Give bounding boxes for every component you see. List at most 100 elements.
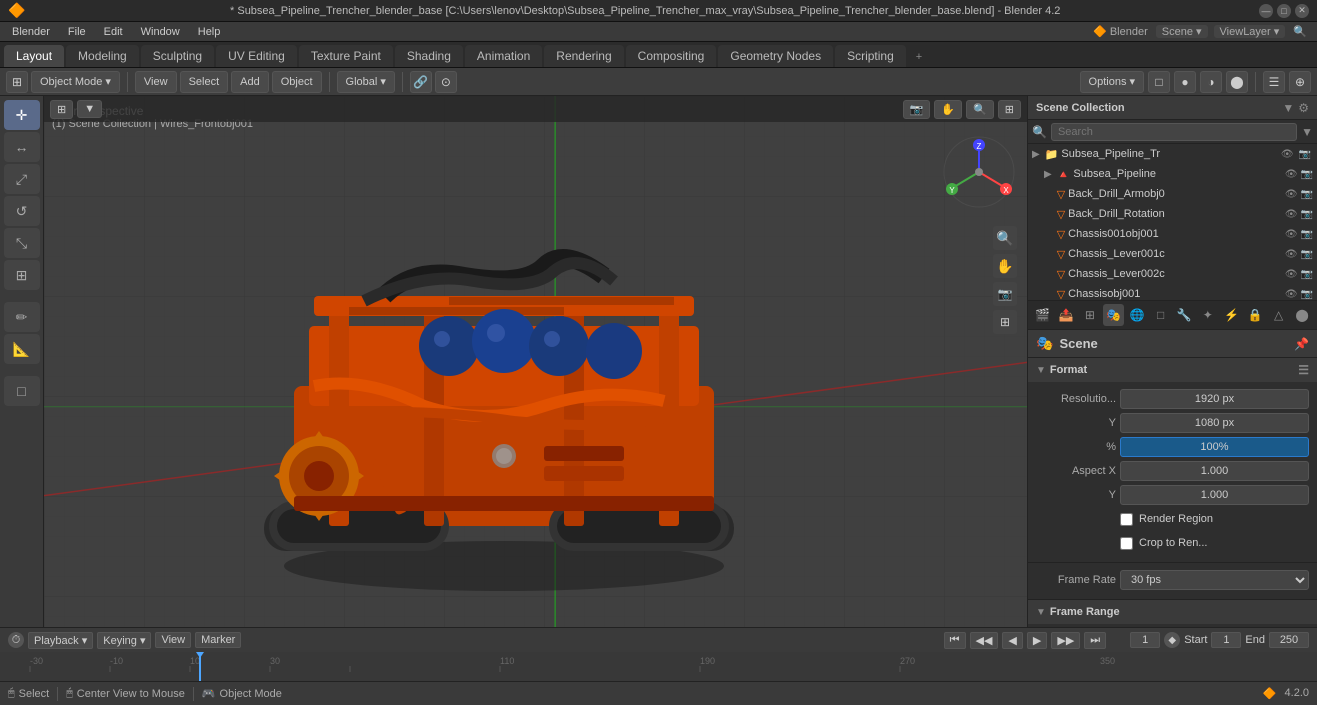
- snap-btn[interactable]: 🔗: [410, 71, 432, 93]
- outliner-search-input[interactable]: [1051, 123, 1297, 141]
- jump-end-btn[interactable]: ⏭: [1084, 632, 1106, 649]
- tab-modeling[interactable]: Modeling: [66, 45, 139, 67]
- menu-blender[interactable]: Blender: [4, 24, 58, 40]
- outliner-item-6[interactable]: ▶ ▽ Chassis_Lever002c 👁 📷: [1028, 264, 1317, 284]
- viewport-shading-wire[interactable]: □: [1148, 71, 1170, 93]
- play-back-btn[interactable]: ◀: [1002, 632, 1022, 649]
- rotate-tool-btn[interactable]: ↺: [4, 196, 40, 226]
- aspect-x-input[interactable]: [1120, 461, 1309, 481]
- viewport-hand-btn[interactable]: ✋: [934, 100, 962, 119]
- prop-tab-particles[interactable]: ✦: [1197, 304, 1219, 326]
- zoom-out-btn[interactable]: ✋: [993, 254, 1017, 278]
- current-frame-input[interactable]: [1130, 632, 1160, 648]
- move-tool-btn[interactable]: ⤢: [4, 164, 40, 194]
- item1-eye-icon[interactable]: 👁: [1285, 169, 1298, 180]
- item7-render-icon[interactable]: 📷: [1301, 289, 1313, 300]
- prop-pin-btn[interactable]: 📌: [1294, 337, 1309, 351]
- close-button[interactable]: ✕: [1295, 4, 1309, 18]
- item4-render-icon[interactable]: 📷: [1301, 229, 1313, 240]
- marker-btn[interactable]: Marker: [195, 632, 241, 648]
- object-menu-btn[interactable]: Object: [272, 71, 322, 93]
- annotate-tool-btn[interactable]: ✏: [4, 302, 40, 332]
- grid-btn[interactable]: ⊞: [6, 71, 28, 93]
- zoom-in-btn[interactable]: 🔍: [993, 226, 1017, 250]
- outliner-settings-icon[interactable]: ⚙: [1298, 101, 1309, 115]
- item6-eye-icon[interactable]: 👁: [1285, 269, 1298, 280]
- prop-tab-physics[interactable]: ⚡: [1221, 304, 1243, 326]
- resolution-y-input[interactable]: [1120, 413, 1309, 433]
- prop-tab-output[interactable]: 📤: [1056, 304, 1078, 326]
- cursor-tool-btn[interactable]: ✛: [4, 100, 40, 130]
- prop-tab-render[interactable]: 🎬: [1032, 304, 1054, 326]
- viewlayer-selector[interactable]: ViewLayer ▾: [1214, 25, 1286, 38]
- outliner-item-0[interactable]: ▶ 📁 Subsea_Pipeline_Tr 👁 📷: [1028, 144, 1317, 164]
- crop-checkbox[interactable]: [1120, 537, 1133, 550]
- outliner-filter-icon[interactable]: ▼: [1282, 101, 1294, 115]
- playback-btn[interactable]: Playback ▾: [28, 632, 93, 649]
- minimize-button[interactable]: —: [1259, 4, 1273, 18]
- prop-tab-world[interactable]: 🌐: [1126, 304, 1148, 326]
- transform-btn[interactable]: Global ▾: [337, 71, 395, 93]
- prop-tab-view-layer[interactable]: ⊞: [1079, 304, 1101, 326]
- transform-tool-btn[interactable]: ⊞: [4, 260, 40, 290]
- aspect-y-input[interactable]: [1120, 485, 1309, 505]
- prop-tab-material[interactable]: ⬤: [1291, 304, 1313, 326]
- prev-frame-btn[interactable]: ◀◀: [970, 632, 999, 649]
- jump-start-btn[interactable]: ⏮: [944, 632, 966, 649]
- prop-tab-data[interactable]: △: [1268, 304, 1290, 326]
- view-btn[interactable]: View: [155, 632, 191, 648]
- outliner-item-1[interactable]: ▶ 🔺 Subsea_Pipeline 👁 📷: [1028, 164, 1317, 184]
- viewport[interactable]: ⊞ ▼ 📷 ✋ 🔍 ⊞ User Perspective (1) Scene C…: [44, 96, 1027, 651]
- resolution-x-input[interactable]: [1120, 389, 1309, 409]
- add-workspace-button[interactable]: +: [908, 47, 930, 67]
- item2-render-icon[interactable]: 📷: [1301, 189, 1313, 200]
- outliner-item-5[interactable]: ▶ ▽ Chassis_Lever001c 👁 📷: [1028, 244, 1317, 264]
- viewport-shading-material[interactable]: ◑: [1200, 71, 1222, 93]
- outliner-item-7[interactable]: ▶ ▽ Chassisobj001 👁 📷: [1028, 284, 1317, 300]
- viewport-grid-btn[interactable]: ⊞: [998, 100, 1021, 119]
- start-frame-input[interactable]: [1211, 632, 1241, 648]
- measure-tool-btn[interactable]: 📐: [4, 334, 40, 364]
- render-region-checkbox[interactable]: [1120, 513, 1133, 526]
- item5-render-icon[interactable]: 📷: [1301, 249, 1313, 260]
- tab-shading[interactable]: Shading: [395, 45, 463, 67]
- tab-rendering[interactable]: Rendering: [544, 45, 623, 67]
- viewport-camera-btn[interactable]: 📷: [903, 100, 931, 119]
- timeline-track[interactable]: -30 -10 10 30 110 190 270 350: [0, 652, 1317, 682]
- frame-range-header[interactable]: ▼ Frame Range: [1028, 600, 1317, 624]
- object-mode-btn[interactable]: Object Mode ▾: [31, 71, 120, 93]
- viewport-zoom-btn[interactable]: 🔍: [966, 100, 994, 119]
- scene-selector[interactable]: Scene ▾: [1156, 25, 1208, 38]
- add-cube-btn[interactable]: □: [4, 376, 40, 406]
- menu-file[interactable]: File: [60, 24, 94, 40]
- tab-compositing[interactable]: Compositing: [626, 45, 717, 67]
- prop-tab-object[interactable]: □: [1150, 304, 1172, 326]
- outliner-item-3[interactable]: ▶ ▽ Back_Drill_Rotation 👁 📷: [1028, 204, 1317, 224]
- format-list-icon[interactable]: ☰: [1298, 363, 1309, 377]
- menu-edit[interactable]: Edit: [96, 24, 131, 40]
- keying-btn[interactable]: Keying ▾: [97, 632, 151, 649]
- add-menu-btn[interactable]: Add: [231, 71, 269, 93]
- filter-icon[interactable]: ▼: [1301, 125, 1313, 139]
- grid-toggle-btn[interactable]: ⊞: [993, 310, 1017, 334]
- format-section-header[interactable]: ▼ Format ☰: [1028, 358, 1317, 382]
- maximize-button[interactable]: □: [1277, 4, 1291, 18]
- item3-render-icon[interactable]: 📷: [1301, 209, 1313, 220]
- gizmo-btn[interactable]: ⊕: [1289, 71, 1311, 93]
- item0-render-icon[interactable]: 📷: [1299, 149, 1311, 160]
- next-frame-btn[interactable]: ▶▶: [1051, 632, 1080, 649]
- tab-texture-paint[interactable]: Texture Paint: [299, 45, 393, 67]
- item3-eye-icon[interactable]: 👁: [1285, 209, 1298, 220]
- select-tool-btn[interactable]: ↔: [4, 132, 40, 162]
- camera-btn[interactable]: 📷: [993, 282, 1017, 306]
- tab-animation[interactable]: Animation: [465, 45, 542, 67]
- prop-tab-scene[interactable]: 🎭: [1103, 304, 1125, 326]
- menu-window[interactable]: Window: [133, 24, 188, 40]
- scale-tool-btn[interactable]: ⤡: [4, 228, 40, 258]
- item5-eye-icon[interactable]: 👁: [1285, 249, 1298, 260]
- tab-sculpting[interactable]: Sculpting: [141, 45, 214, 67]
- tab-geometry-nodes[interactable]: Geometry Nodes: [718, 45, 833, 67]
- options-btn[interactable]: Options ▾: [1080, 71, 1144, 93]
- item4-eye-icon[interactable]: 👁: [1285, 229, 1298, 240]
- item6-render-icon[interactable]: 📷: [1301, 269, 1313, 280]
